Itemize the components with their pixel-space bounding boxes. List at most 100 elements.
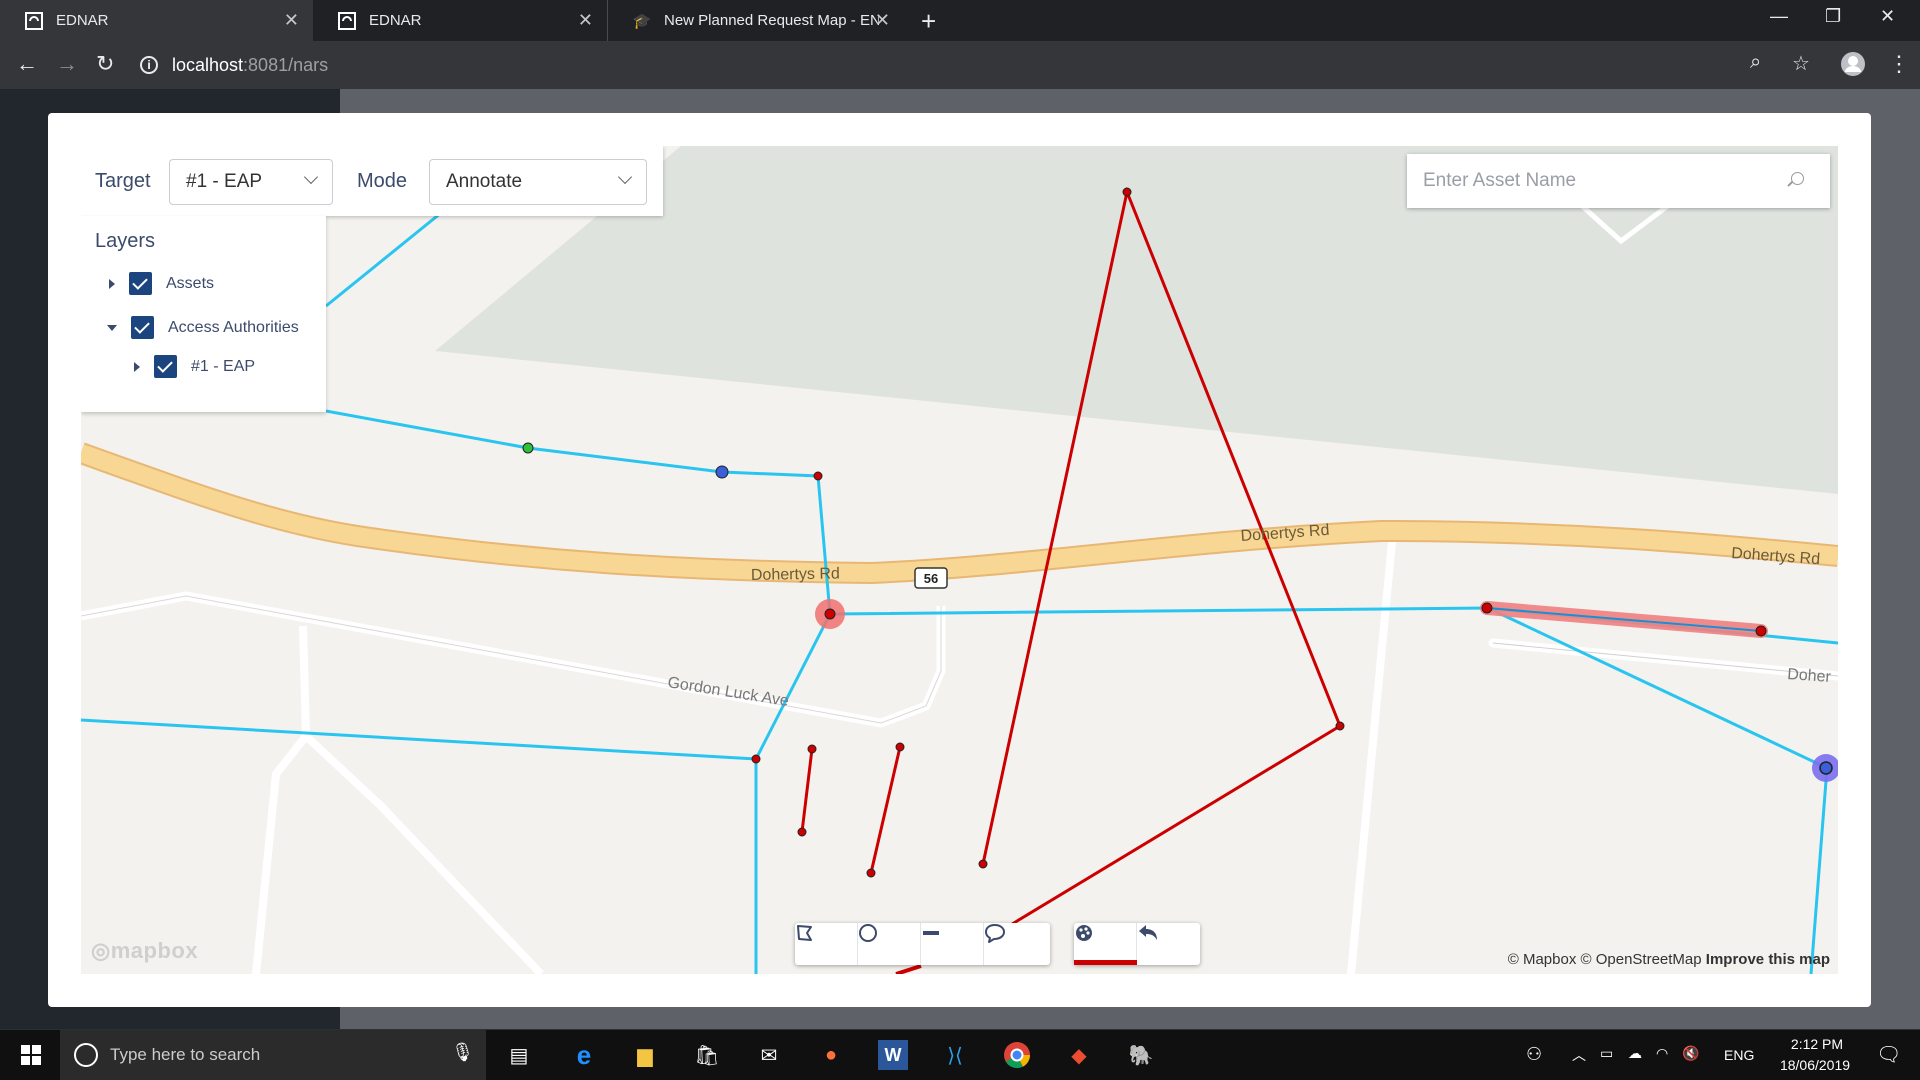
battery-icon[interactable]: ▭ — [1600, 1045, 1613, 1062]
windows-taskbar: Type here to search 🎙 ▤ e ▆ 🛍 ✉ ● W ⟩⟨ ◆… — [0, 1030, 1920, 1080]
browser-menu-icon[interactable]: ⋮ — [1888, 51, 1910, 77]
checkbox-checked-icon[interactable] — [131, 316, 154, 339]
layer-label: #1 - EAP — [191, 357, 256, 375]
task-view-icon[interactable]: ▤ — [504, 1040, 534, 1070]
asset-node-blue[interactable] — [715, 465, 729, 479]
word-icon[interactable]: W — [878, 1040, 908, 1070]
tab-ednar-1[interactable]: EDNAR ✕ — [0, 0, 313, 41]
vscode-icon[interactable]: ⟩⟨ — [940, 1040, 970, 1070]
target-label: Target — [95, 170, 151, 192]
wifi-icon[interactable]: ◠ — [1656, 1045, 1668, 1062]
tab-title: New Planned Request Map - ENI — [664, 12, 879, 29]
minor-road — [81, 591, 946, 728]
osm-attribution-link[interactable]: © OpenStreetMap — [1581, 951, 1702, 968]
circle-icon — [859, 924, 877, 942]
road-label: Dohertys Rd — [751, 565, 840, 584]
edge-icon[interactable]: e — [569, 1040, 599, 1070]
caret-right-icon[interactable] — [134, 361, 140, 372]
onedrive-icon[interactable]: ☁ — [1628, 1045, 1642, 1062]
minor-road — [303, 733, 544, 974]
git-kraken-icon[interactable]: ◆ — [1064, 1040, 1094, 1070]
url-host: localhost — [172, 54, 244, 75]
polygon-icon — [797, 925, 812, 941]
asset-search-input[interactable] — [1423, 170, 1783, 192]
checkbox-checked-icon[interactable] — [129, 272, 152, 295]
profile-avatar-icon[interactable] — [1840, 51, 1866, 83]
forward-arrow-icon[interactable]: → — [56, 51, 78, 77]
chrome-icon[interactable] — [1002, 1040, 1032, 1070]
file-explorer-icon[interactable]: ▆ — [630, 1040, 660, 1070]
reload-icon[interactable]: ↻ — [96, 51, 114, 77]
caret-right-icon[interactable] — [109, 278, 115, 289]
palette-button[interactable] — [1074, 923, 1137, 965]
undo-icon — [1139, 925, 1157, 940]
draw-polygon-button[interactable] — [795, 923, 858, 965]
language-indicator[interactable]: ENG — [1724, 1047, 1754, 1063]
show-hidden-icons-chevron-icon[interactable]: ︿ — [1572, 1045, 1586, 1065]
info-icon[interactable]: i — [140, 56, 158, 74]
target-select[interactable]: #1 - EAP — [169, 159, 333, 205]
clock-date[interactable]: 18/06/2019 — [1770, 1057, 1860, 1073]
volume-muted-icon[interactable]: 🔇 — [1682, 1045, 1699, 1062]
people-icon[interactable]: ⚇ — [1526, 1044, 1542, 1065]
tab-close-icon[interactable]: ✕ — [284, 10, 299, 31]
caret-down-icon[interactable] — [107, 324, 117, 331]
zoom-icon[interactable]: ⌕ — [1750, 51, 1761, 74]
layers-panel: Layers Assets Access Authorities #1 - EA… — [81, 216, 326, 412]
bookmark-star-icon[interactable]: ☆ — [1792, 51, 1810, 76]
tab-planned-request-map[interactable]: 🎓 New Planned Request Map - ENI ✕ — [607, 0, 904, 41]
cortana-icon — [74, 1043, 98, 1067]
mode-label: Mode — [357, 170, 408, 192]
improve-map-link[interactable]: Improve this map — [1706, 951, 1830, 968]
tab-title: EDNAR — [56, 12, 109, 29]
palette-icon — [1076, 925, 1092, 941]
mapbox-attribution-link[interactable]: © Mapbox — [1508, 951, 1577, 968]
undo-button[interactable] — [1137, 923, 1200, 965]
back-arrow-icon[interactable]: ← — [16, 51, 38, 77]
browser-tabbar: EDNAR ✕ EDNAR ✕ 🎓 New Planned Request Ma… — [0, 0, 1920, 41]
clock-time[interactable]: 2:12 PM — [1782, 1036, 1852, 1052]
checkbox-checked-icon[interactable] — [154, 355, 177, 378]
draw-line-button[interactable] — [921, 923, 984, 965]
window-close-icon[interactable]: ✕ — [1880, 6, 1895, 27]
minimize-icon[interactable]: — — [1770, 6, 1788, 27]
windows-start-icon[interactable] — [16, 1040, 46, 1070]
road-label: Doher — [1787, 666, 1832, 686]
add-comment-button[interactable] — [984, 923, 1047, 965]
comment-icon — [985, 924, 1005, 943]
minor-road — [1347, 530, 1397, 974]
search-icon[interactable] — [1791, 172, 1804, 185]
minor-road — [252, 625, 311, 974]
draw-circle-button[interactable] — [858, 923, 921, 965]
address-bar: ← → ↻ i localhost:8081/nars ⌕ ☆ ⋮ — [0, 41, 1920, 89]
mode-value: Annotate — [446, 171, 523, 192]
major-road — [81, 444, 1838, 583]
restore-icon[interactable]: ❐ — [1825, 6, 1841, 27]
layer-item-eap[interactable]: #1 - EAP — [134, 355, 255, 378]
layer-item-access-authorities[interactable]: Access Authorities — [107, 316, 299, 339]
mapbox-logo[interactable]: ◎mapbox — [91, 938, 198, 964]
chevron-down-icon — [303, 169, 319, 185]
layer-label: Assets — [166, 274, 215, 292]
taskbar-search[interactable]: Type here to search 🎙 — [60, 1030, 486, 1080]
target-mode-panel: Target #1 - EAP Mode Annotate — [81, 146, 663, 216]
mode-select[interactable]: Annotate — [429, 159, 647, 205]
tab-close-icon[interactable]: ✕ — [875, 10, 890, 31]
map-canvas[interactable]: Dohertys Rd Dohertys Rd Dohertys Rd Dohe… — [81, 146, 1838, 974]
tab-title: EDNAR — [369, 12, 422, 29]
pgadmin-icon[interactable]: 🐘 — [1126, 1040, 1156, 1070]
asset-node-green[interactable] — [522, 442, 534, 454]
url-field[interactable]: i localhost:8081/nars — [140, 51, 328, 79]
firefox-icon[interactable]: ● — [816, 1040, 846, 1070]
store-icon[interactable]: 🛍 — [692, 1040, 722, 1070]
tab-close-icon[interactable]: ✕ — [578, 10, 593, 31]
mail-icon[interactable]: ✉ — [754, 1040, 784, 1070]
layer-item-assets[interactable]: Assets — [109, 272, 214, 295]
route-shield-label: 56 — [924, 571, 938, 586]
graduation-cap-icon: 🎓 — [632, 12, 652, 30]
tab-ednar-2[interactable]: EDNAR ✕ — [313, 0, 607, 41]
new-tab-icon[interactable]: + — [921, 6, 936, 37]
microphone-icon[interactable]: 🎙 — [451, 1042, 474, 1063]
notifications-icon[interactable]: 🗨 — [1876, 1042, 1901, 1067]
asset-node-blue[interactable] — [1819, 761, 1833, 775]
